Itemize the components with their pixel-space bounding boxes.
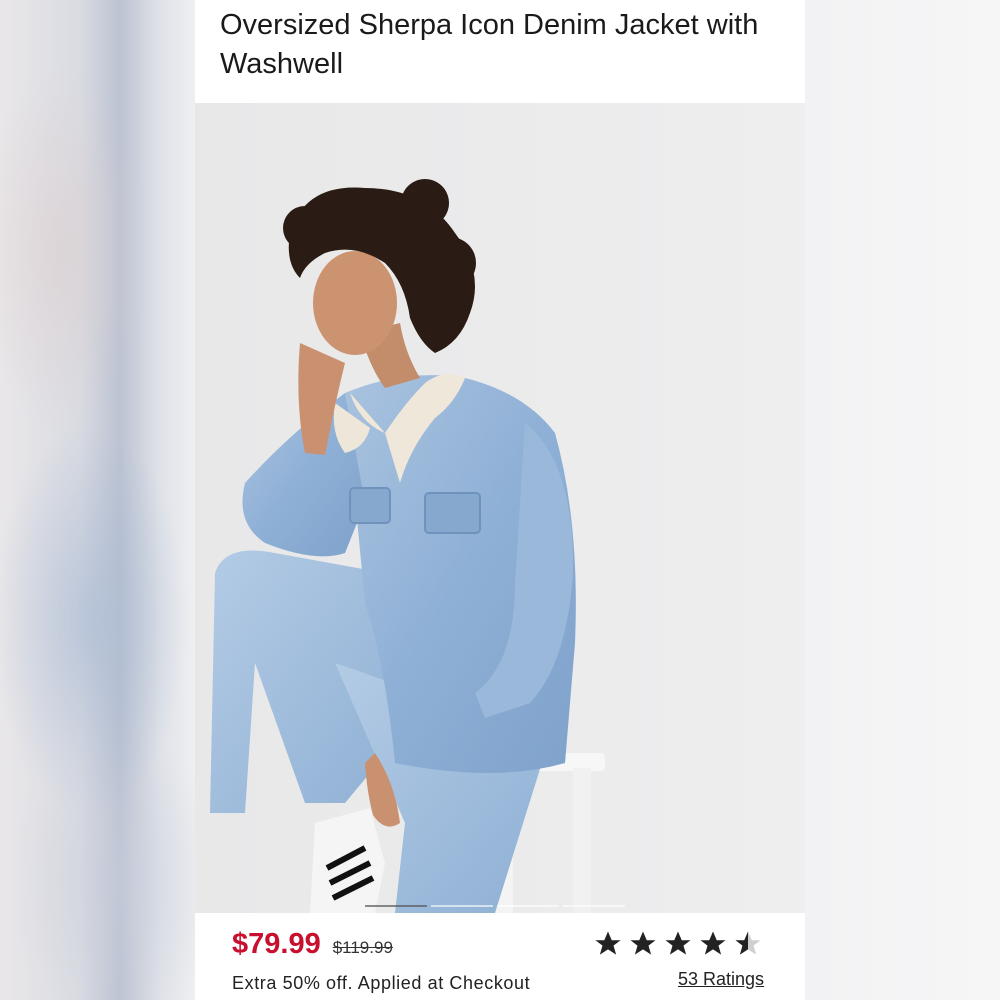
carousel-indicator[interactable] bbox=[365, 905, 625, 907]
background-blur-left bbox=[0, 0, 195, 1000]
carousel-dot[interactable] bbox=[563, 905, 625, 907]
price-row: $79.99 $119.99 bbox=[232, 928, 393, 961]
background-blur-right bbox=[805, 0, 1000, 1000]
carousel-dot[interactable] bbox=[497, 905, 559, 907]
original-price: $119.99 bbox=[332, 938, 393, 957]
star-full-icon bbox=[700, 931, 726, 955]
sale-price: $79.99 bbox=[232, 928, 321, 960]
star-full-icon bbox=[665, 931, 691, 955]
star-rating[interactable] bbox=[593, 929, 763, 959]
product-panel: Oversized Sherpa Icon Denim Jacket with … bbox=[195, 0, 805, 1000]
product-image[interactable] bbox=[195, 103, 805, 913]
carousel-dot[interactable] bbox=[431, 905, 493, 907]
promo-text: Extra 50% off. Applied at Checkout bbox=[232, 973, 531, 993]
star-full-icon bbox=[630, 931, 656, 955]
star-full-icon bbox=[595, 931, 621, 955]
product-title: Oversized Sherpa Icon Denim Jacket with … bbox=[220, 9, 759, 80]
star-half-icon bbox=[735, 931, 761, 955]
product-photo-illustration bbox=[195, 103, 805, 913]
ratings-count-link[interactable]: 53 Ratings bbox=[678, 969, 764, 990]
carousel-dot[interactable] bbox=[365, 905, 427, 907]
